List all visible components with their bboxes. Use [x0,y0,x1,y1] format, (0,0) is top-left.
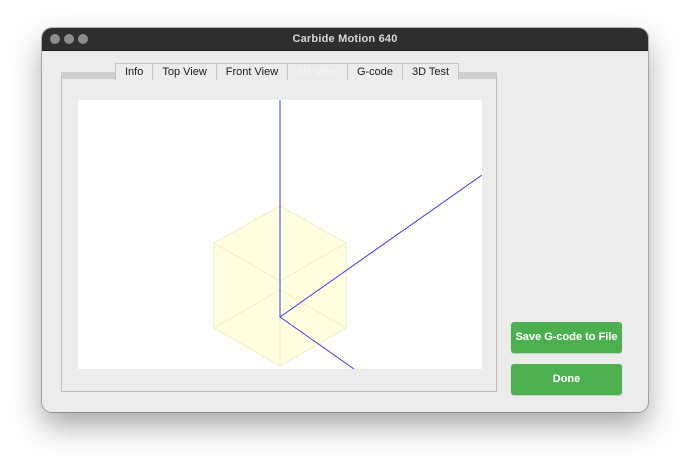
window-title: Carbide Motion 640 [292,33,398,45]
tab-g-code[interactable]: G-code [348,64,404,80]
done-button[interactable]: Done [511,364,622,395]
tab-3d-test[interactable]: 3D Test [403,64,458,80]
app-window: Carbide Motion 640 Info Top View Front V… [42,28,648,412]
tab-bar: Info Top View Front View 3D View G-code … [115,63,460,80]
tab-3d-view[interactable]: 3D View [288,64,348,80]
3d-scene [213,100,482,369]
3d-viewport[interactable] [78,100,482,369]
tab-top-view[interactable]: Top View [153,64,217,80]
tab-info[interactable]: Info [116,64,154,80]
tab-front-view[interactable]: Front View [217,64,289,80]
title-bar[interactable]: Carbide Motion 640 [42,28,648,51]
save-gcode-button[interactable]: Save G-code to File [511,322,622,353]
